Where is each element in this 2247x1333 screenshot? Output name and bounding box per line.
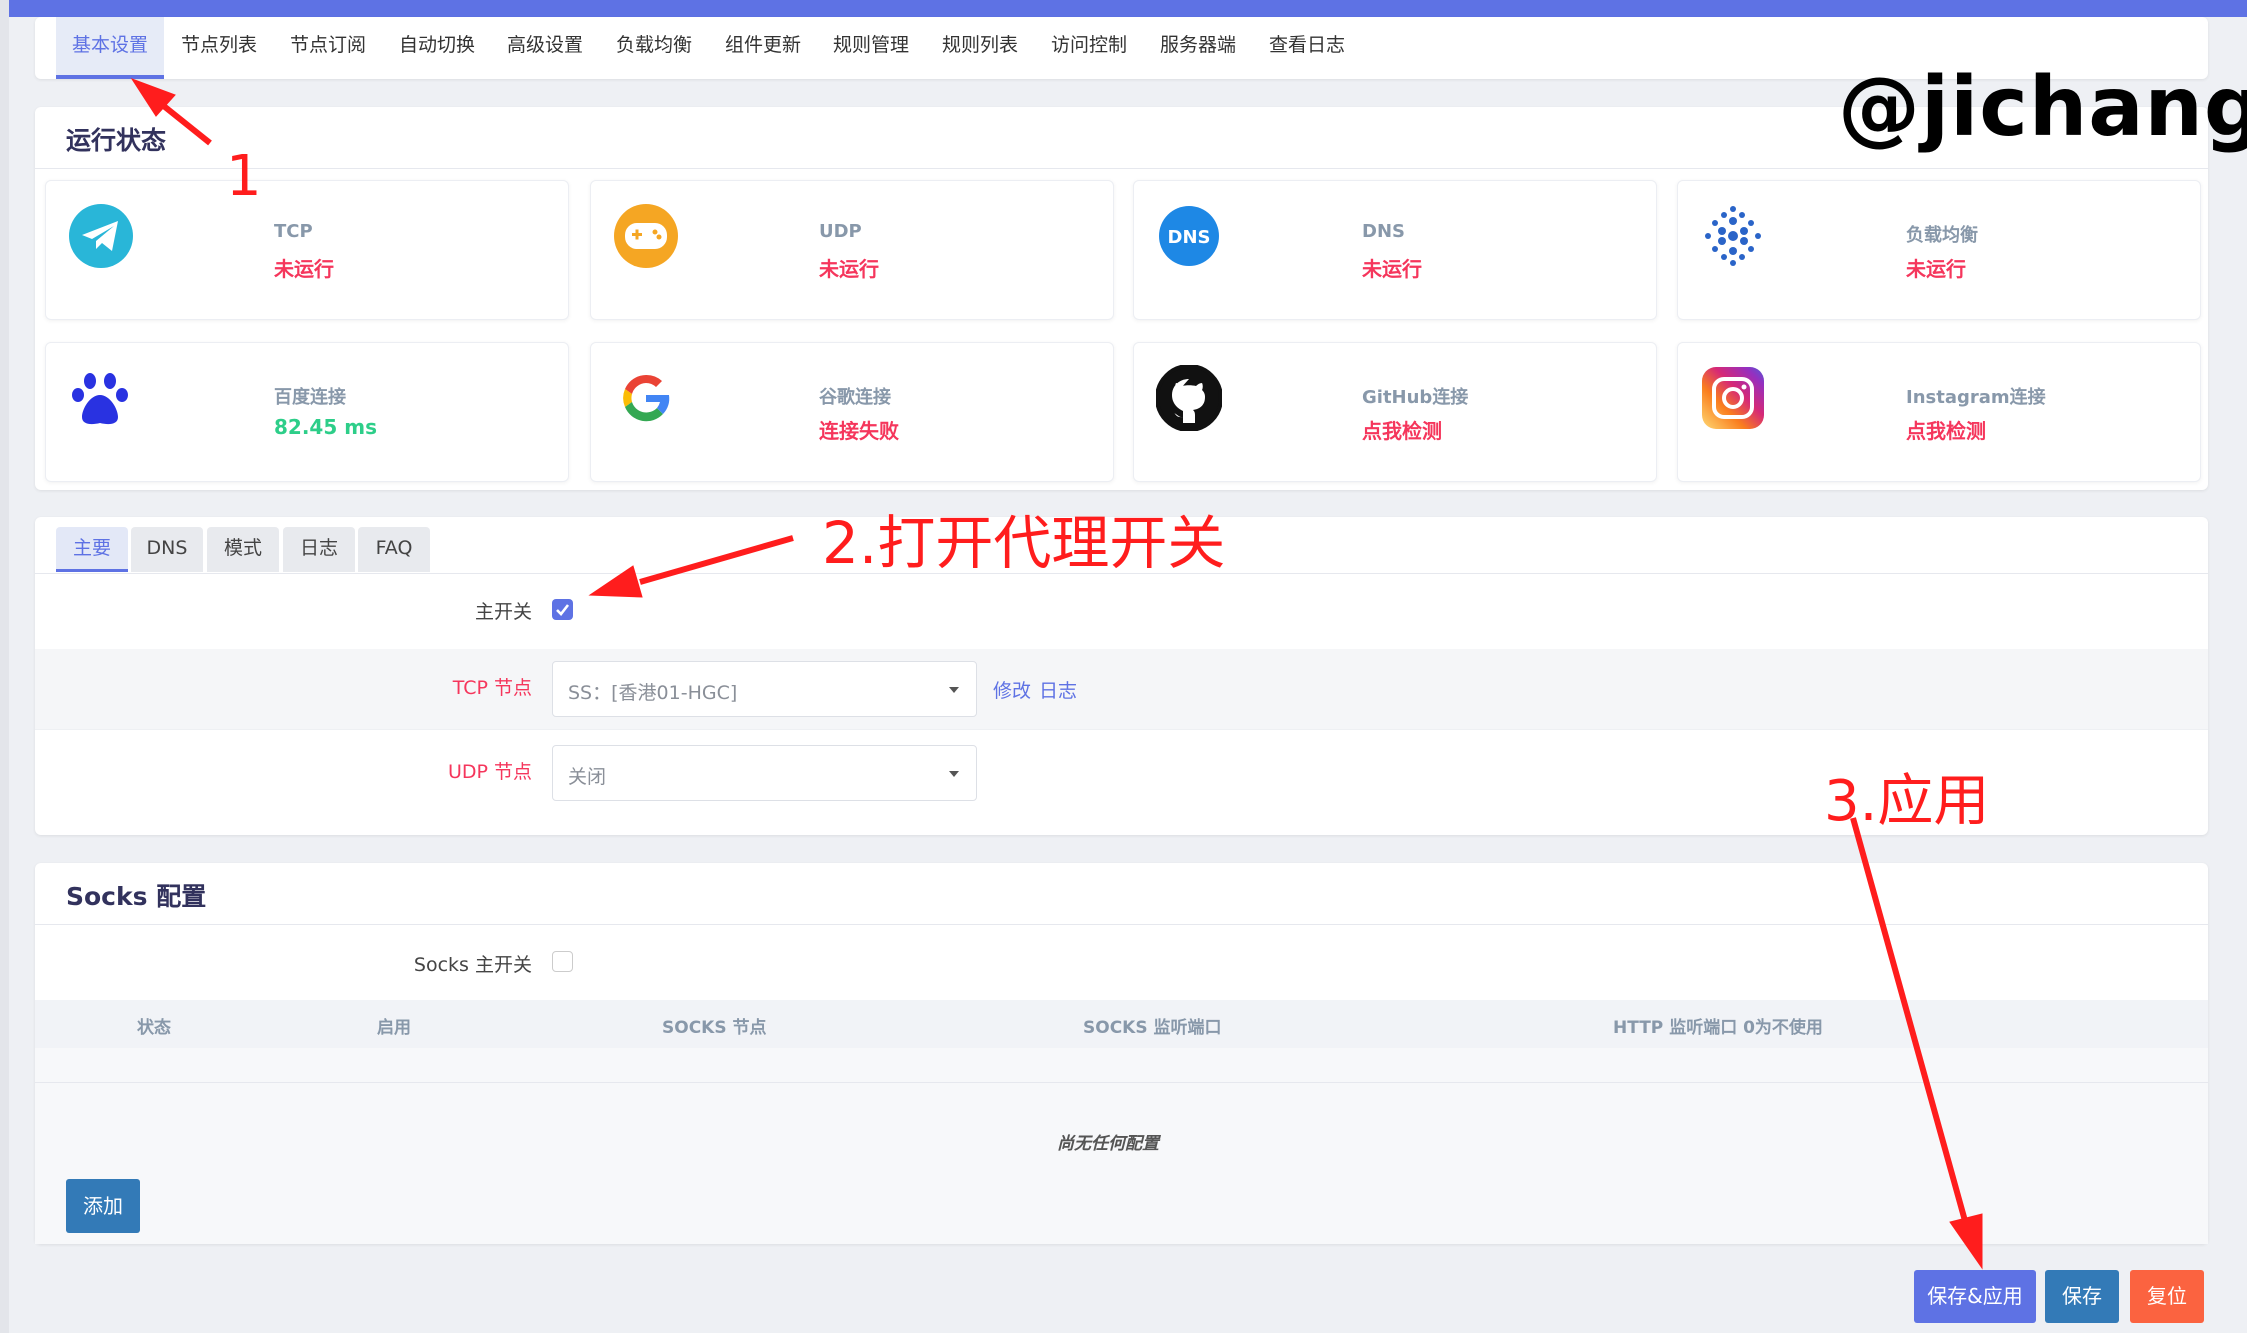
annotation-arrows bbox=[130, 78, 1983, 1270]
watermark: @jichangtj bbox=[1838, 60, 2247, 155]
annotation-step-3: 3.应用 bbox=[1824, 769, 1990, 834]
annotation-step-2: 2.打开代理开关 bbox=[822, 509, 1226, 577]
annotation-step-1: 1 bbox=[226, 144, 262, 209]
